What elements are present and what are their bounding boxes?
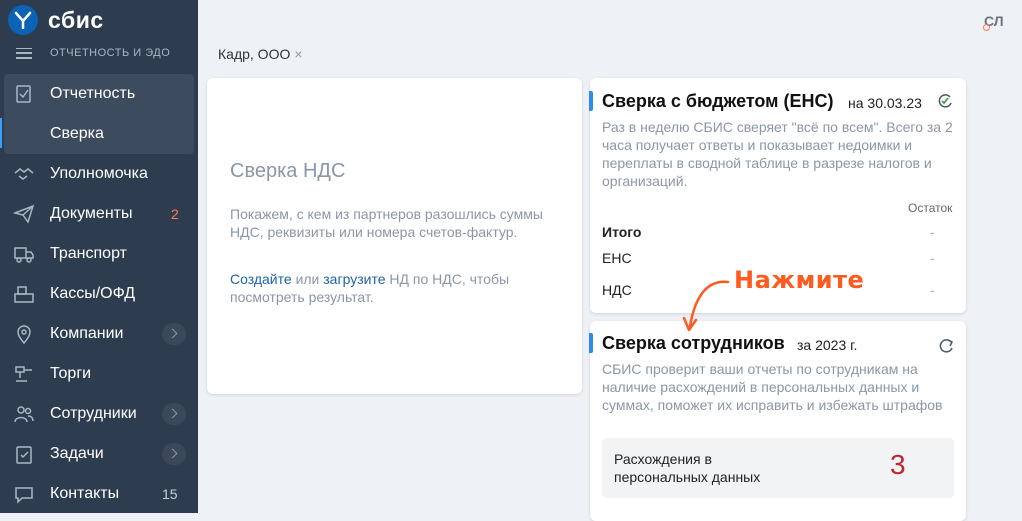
chevron-right-icon[interactable]: [162, 443, 186, 465]
sidebar-item-label: Компании: [50, 325, 124, 342]
card-accent: [589, 333, 593, 353]
sidebar-item-authority[interactable]: Уполномочка: [0, 154, 198, 194]
sidebar-item-employees[interactable]: Сотрудники: [0, 394, 198, 434]
logo-icon: [8, 5, 38, 35]
sidebar-item-reporting[interactable]: Отчетность: [4, 74, 194, 114]
sidebar-item-tasks[interactable]: Задачи: [0, 434, 198, 474]
discrepancy-label: Расхождения в персональных данных: [614, 451, 761, 485]
card-description: СБИС проверит ваши отчеты по сотрудникам…: [602, 361, 943, 413]
card-description: Покажем, с кем из партнеров разошлись су…: [230, 206, 543, 240]
menu-icon[interactable]: [16, 47, 32, 59]
chevron-right-icon[interactable]: [162, 323, 186, 345]
sidebar-item-label: Торги: [50, 365, 92, 382]
refresh-check-icon[interactable]: [936, 92, 954, 110]
section-title: ОТЧЕТНОСТЬ И ЭДО: [50, 47, 171, 59]
row-total-value: -: [930, 224, 935, 240]
create-link[interactable]: Создайте: [230, 271, 292, 287]
map-pin-icon: [17, 325, 31, 344]
handshake-icon: [14, 168, 34, 180]
sidebar-item-contacts[interactable]: Контакты 15: [0, 474, 198, 514]
gavel-icon: [15, 366, 32, 382]
sidebar-item-label: Документы: [50, 205, 133, 222]
column-header: Остаток: [908, 201, 953, 215]
card-date: на 30.03.23: [848, 95, 922, 111]
discrepancy-tile[interactable]: Расхождения в персональных данных 3: [602, 438, 954, 498]
clipboard-check-icon: [16, 446, 32, 464]
count-badge: 2: [171, 206, 179, 222]
count-badge: 15: [162, 486, 178, 502]
sidebar-item-reconciliation[interactable]: Сверка: [0, 114, 194, 154]
sidebar-item-label: Транспорт: [50, 245, 127, 262]
section-header[interactable]: ОТЧЕТНОСТЬ И ЭДО: [16, 47, 170, 59]
sidebar-item-label: Контакты: [50, 485, 120, 502]
nds-reconciliation-card: Сверка НДС Покажем, с кем из партнеров р…: [207, 78, 582, 394]
card-date: за 2023 г.: [797, 337, 858, 353]
row-ens-label[interactable]: ЕНС: [602, 250, 632, 266]
upload-link[interactable]: загрузите: [323, 271, 385, 287]
annotation-arrow-icon: [682, 280, 730, 332]
row-ens-value: -: [930, 250, 935, 266]
org-name: Кадр, ООО: [218, 46, 291, 62]
people-icon: [14, 406, 34, 423]
sidebar-item-label: Уполномочка: [50, 165, 148, 182]
card-accent: [589, 91, 593, 111]
sidebar-item-label: Задачи: [50, 445, 104, 462]
sidebar-item-label: Кассы/ОФД: [50, 285, 136, 302]
app-logo[interactable]: сбис: [8, 5, 104, 35]
cash-register-icon: [14, 286, 34, 303]
sidebar-item-documents[interactable]: Документы 2: [0, 194, 198, 234]
card-title[interactable]: Сверка с бюджетом (ЕНС): [602, 91, 834, 112]
card-title[interactable]: Сверка сотрудников: [602, 333, 785, 354]
discrepancy-count[interactable]: 3: [890, 449, 906, 481]
card-description: Раз в неделю СБИС сверяет "всё по всем".…: [602, 119, 953, 189]
report-icon: [16, 85, 31, 103]
annotation-label: Нажмите: [734, 266, 865, 294]
sidebar: сбис ОТЧЕТНОСТЬ И ЭДО Отчетность Сверка …: [0, 0, 198, 513]
row-nds-value: -: [930, 282, 935, 298]
paper-plane-icon: [13, 204, 35, 224]
employees-reconciliation-card[interactable]: Сверка сотрудников за 2023 г. СБИС прове…: [589, 321, 966, 521]
or-text: или: [295, 271, 320, 287]
logo-text: сбис: [48, 6, 104, 33]
row-nds-label[interactable]: НДС: [602, 282, 632, 298]
truck-icon: [14, 247, 34, 263]
chat-icon: [15, 487, 33, 504]
sidebar-item-label: Сверка: [50, 125, 104, 142]
org-filter[interactable]: Кадр, ООО ×: [218, 46, 303, 62]
refresh-icon[interactable]: [937, 337, 955, 355]
card-actions-text: Создайте или загрузите НД по НДС, чтобы …: [230, 270, 560, 306]
chevron-right-icon[interactable]: [162, 403, 186, 425]
sidebar-item-label: Сотрудники: [50, 405, 137, 422]
sidebar-item-label: Отчетность: [50, 85, 136, 102]
sidebar-item-companies[interactable]: Компании: [0, 314, 198, 354]
sidebar-item-transport[interactable]: Транспорт: [0, 234, 198, 274]
sidebar-item-tenders[interactable]: Торги: [0, 354, 198, 394]
sidebar-item-cash-registers[interactable]: Кассы/ОФД: [0, 274, 198, 314]
notification-dot-icon: [983, 24, 990, 31]
card-title: Сверка НДС: [230, 160, 346, 182]
sidebar-nav: Отчетность Сверка Уполномочка Документы …: [0, 74, 198, 514]
close-icon[interactable]: ×: [294, 46, 302, 62]
row-total-label[interactable]: Итого: [602, 224, 641, 240]
